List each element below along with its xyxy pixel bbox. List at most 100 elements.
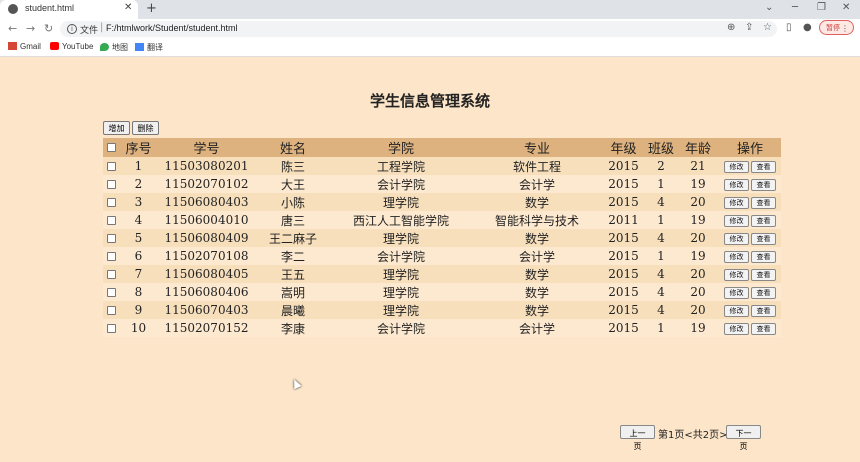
view-button[interactable]: 查看 bbox=[751, 160, 776, 173]
row-select-cell bbox=[103, 193, 120, 211]
view-button[interactable]: 查看 bbox=[751, 286, 776, 299]
table-row: 7 11506080405 王五 理学院 数学 2015 4 20 修改 查看 bbox=[103, 265, 781, 283]
tab-search-icon[interactable]: ⌄ bbox=[765, 2, 773, 13]
bookmarks-bar: Gmail YouTube 地图 翻译 bbox=[0, 39, 860, 57]
back-icon[interactable]: ← bbox=[8, 22, 17, 35]
share-icon[interactable]: ⇪ bbox=[745, 22, 753, 33]
tab-title: student.html bbox=[25, 3, 75, 13]
edit-button[interactable]: 修改 bbox=[724, 214, 749, 227]
close-window-icon[interactable]: ✕ bbox=[842, 2, 850, 13]
bookmark-youtube[interactable]: YouTube bbox=[50, 42, 93, 51]
url-text[interactable]: F:/htmlwork/Student/student.html bbox=[106, 23, 238, 33]
cell-college: 工程学院 bbox=[330, 157, 472, 175]
actions-cell: 修改 查看 bbox=[719, 265, 781, 283]
paused-profile-chip[interactable]: 暂停 ⋮ bbox=[819, 20, 854, 35]
bookmark-star-icon[interactable]: ☆ bbox=[763, 22, 772, 33]
minimize-icon[interactable]: ─ bbox=[792, 2, 798, 13]
row-checkbox[interactable] bbox=[107, 198, 116, 207]
cell-no: 1 bbox=[120, 157, 157, 175]
cell-id: 11506080406 bbox=[157, 283, 256, 301]
cell-age: 20 bbox=[677, 283, 719, 301]
cell-cls: 2 bbox=[645, 157, 677, 175]
row-checkbox[interactable] bbox=[107, 324, 116, 333]
cell-id: 11502070102 bbox=[157, 175, 256, 193]
restore-icon[interactable]: ❐ bbox=[817, 2, 826, 13]
table-row: 8 11506080406 嵩明 理学院 数学 2015 4 20 修改 查看 bbox=[103, 283, 781, 301]
cell-no: 7 bbox=[120, 265, 157, 283]
cell-grade: 2015 bbox=[602, 157, 645, 175]
view-button[interactable]: 查看 bbox=[751, 214, 776, 227]
menu-dots-icon[interactable]: ⋮ bbox=[841, 21, 849, 36]
forward-icon[interactable]: → bbox=[26, 22, 35, 35]
cell-college: 理学院 bbox=[330, 283, 472, 301]
table-row: 4 11506004010 唐三 西江人工智能学院 智能科学与技术 2011 1 19 修改 查看 bbox=[103, 211, 781, 229]
reload-icon[interactable]: ↻ bbox=[44, 22, 53, 35]
cell-grade: 2015 bbox=[602, 283, 645, 301]
maps-icon bbox=[100, 43, 109, 51]
cell-age: 20 bbox=[677, 301, 719, 319]
next-page-button[interactable]: 下一页 bbox=[726, 425, 761, 451]
cell-no: 4 bbox=[120, 211, 157, 229]
new-tab-button[interactable]: + bbox=[146, 1, 157, 16]
page-info: 第1页<共2页> bbox=[658, 430, 728, 441]
cell-major: 数学 bbox=[472, 265, 602, 283]
cell-no: 3 bbox=[120, 193, 157, 211]
zoom-icon[interactable]: ⊕ bbox=[727, 22, 735, 33]
edit-button[interactable]: 修改 bbox=[724, 268, 749, 281]
info-icon[interactable]: i bbox=[67, 24, 77, 34]
gmail-icon bbox=[8, 42, 17, 50]
side-panel-icon[interactable]: ▯ bbox=[786, 22, 792, 33]
profile-chip-label: 暂停 bbox=[826, 24, 840, 32]
cell-age: 20 bbox=[677, 265, 719, 283]
cell-major: 智能科学与技术 bbox=[472, 211, 602, 229]
view-button[interactable]: 查看 bbox=[751, 268, 776, 281]
cell-grade: 2015 bbox=[602, 301, 645, 319]
row-checkbox[interactable] bbox=[107, 306, 116, 315]
edit-button[interactable]: 修改 bbox=[724, 160, 749, 173]
tab-strip: student.html ✕ + ⌄ ─ ❐ ✕ bbox=[0, 0, 860, 19]
bookmark-translate[interactable]: 翻译 bbox=[135, 42, 163, 53]
row-checkbox[interactable] bbox=[107, 162, 116, 171]
view-button[interactable]: 查看 bbox=[751, 196, 776, 209]
cell-grade: 2015 bbox=[602, 229, 645, 247]
prev-page-button[interactable]: 上一页 bbox=[620, 425, 655, 451]
row-checkbox[interactable] bbox=[107, 234, 116, 243]
cell-no: 5 bbox=[120, 229, 157, 247]
delete-button[interactable]: 删除 bbox=[132, 121, 159, 135]
view-button[interactable]: 查看 bbox=[751, 250, 776, 263]
cell-major: 数学 bbox=[472, 301, 602, 319]
row-checkbox[interactable] bbox=[107, 180, 116, 189]
address-bar[interactable]: i 文件 | F:/htmlwork/Student/student.html … bbox=[60, 21, 777, 37]
add-button[interactable]: 增加 bbox=[103, 121, 130, 135]
bookmark-maps[interactable]: 地图 bbox=[100, 42, 128, 53]
view-button[interactable]: 查看 bbox=[751, 232, 776, 245]
row-checkbox[interactable] bbox=[107, 252, 116, 261]
edit-button[interactable]: 修改 bbox=[724, 232, 749, 245]
close-tab-icon[interactable]: ✕ bbox=[124, 2, 132, 13]
view-button[interactable]: 查看 bbox=[751, 178, 776, 191]
cell-age: 21 bbox=[677, 157, 719, 175]
select-all-checkbox[interactable] bbox=[107, 143, 116, 152]
cell-age: 19 bbox=[677, 211, 719, 229]
row-checkbox[interactable] bbox=[107, 288, 116, 297]
profile-icon[interactable]: ● bbox=[803, 22, 812, 33]
cell-grade: 2015 bbox=[602, 265, 645, 283]
row-checkbox[interactable] bbox=[107, 270, 116, 279]
edit-button[interactable]: 修改 bbox=[724, 304, 749, 317]
edit-button[interactable]: 修改 bbox=[724, 286, 749, 299]
row-checkbox[interactable] bbox=[107, 216, 116, 225]
view-button[interactable]: 查看 bbox=[751, 304, 776, 317]
edit-button[interactable]: 修改 bbox=[724, 322, 749, 335]
browser-tab[interactable]: student.html ✕ bbox=[0, 0, 138, 19]
edit-button[interactable]: 修改 bbox=[724, 178, 749, 191]
edit-button[interactable]: 修改 bbox=[724, 250, 749, 263]
actions-cell: 修改 查看 bbox=[719, 283, 781, 301]
view-button[interactable]: 查看 bbox=[751, 322, 776, 335]
edit-button[interactable]: 修改 bbox=[724, 196, 749, 209]
cell-name: 王二麻子 bbox=[256, 229, 330, 247]
cell-name: 嵩明 bbox=[256, 283, 330, 301]
cell-name: 李康 bbox=[256, 319, 330, 337]
actions-cell: 修改 查看 bbox=[719, 229, 781, 247]
bookmark-gmail[interactable]: Gmail bbox=[8, 42, 41, 51]
cell-grade: 2015 bbox=[602, 247, 645, 265]
